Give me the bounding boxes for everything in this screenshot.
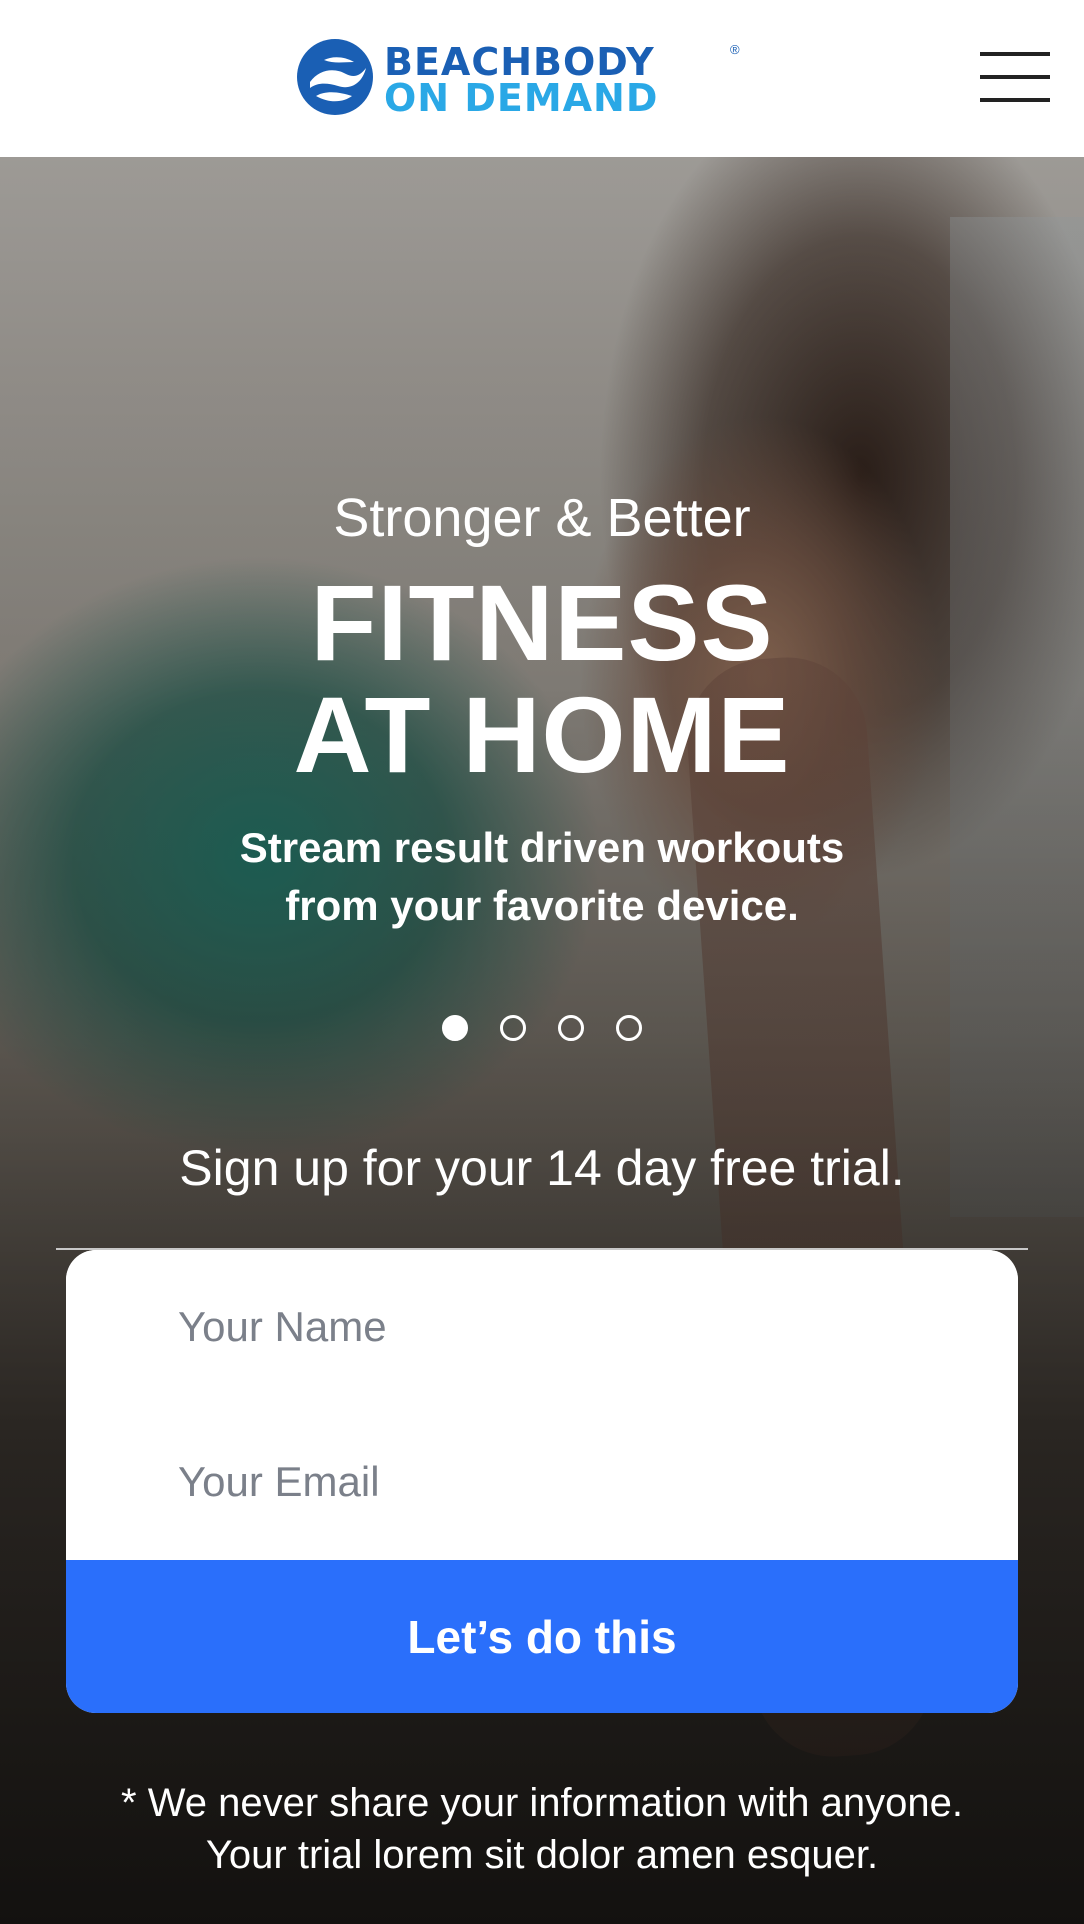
site-header: BEACHBODY ON DEMAND ® [0, 0, 1084, 157]
signup-form: Let’s do this [66, 1250, 1018, 1713]
carousel-dot-1[interactable] [442, 1015, 468, 1041]
hero-subhead: Stream result driven workouts from your … [150, 819, 934, 935]
menu-bar [980, 98, 1050, 102]
registered-mark: ® [730, 42, 740, 57]
carousel-dot-4[interactable] [616, 1015, 642, 1041]
carousel-dot-2[interactable] [500, 1015, 526, 1041]
menu-bar [980, 75, 1050, 79]
logo-text-on-demand: ON DEMAND [384, 76, 659, 120]
carousel-dots [0, 1015, 1084, 1051]
beachbody-logo-icon [297, 39, 373, 115]
hero-headline-line2: AT HOME [293, 674, 791, 795]
hero-subhead-line2: from your favorite device. [285, 882, 799, 929]
submit-button[interactable]: Let’s do this [66, 1560, 1018, 1713]
hero-subhead-line1: Stream result driven workouts [239, 824, 845, 871]
hero-eyebrow: Stronger & Better [333, 488, 751, 548]
disclaimer-line1: * We never share your information with a… [121, 1781, 963, 1825]
name-input[interactable] [66, 1250, 1018, 1404]
hamburger-menu-icon[interactable] [978, 48, 1052, 106]
hero-section: Stronger & Better FITNESS AT HOME Stream… [0, 157, 1084, 1924]
disclaimer-line2: Your trial lorem sit dolor amen esquer. [205, 1833, 879, 1877]
beachbody-logo[interactable]: BEACHBODY ON DEMAND ® [296, 38, 746, 120]
carousel-dot-3[interactable] [558, 1015, 584, 1041]
signup-prompt: Sign up for your 14 day free trial. [179, 1140, 905, 1196]
email-input[interactable] [66, 1405, 1018, 1559]
page: BEACHBODY ON DEMAND ® Stronger & Better … [0, 0, 1084, 1924]
hero-headline-line1: FITNESS [310, 562, 774, 683]
menu-bar [980, 52, 1050, 56]
form-divider [56, 1248, 1028, 1250]
hero-headline: FITNESS AT HOME [0, 567, 1084, 791]
privacy-disclaimer: * We never share your information with a… [40, 1777, 1044, 1881]
